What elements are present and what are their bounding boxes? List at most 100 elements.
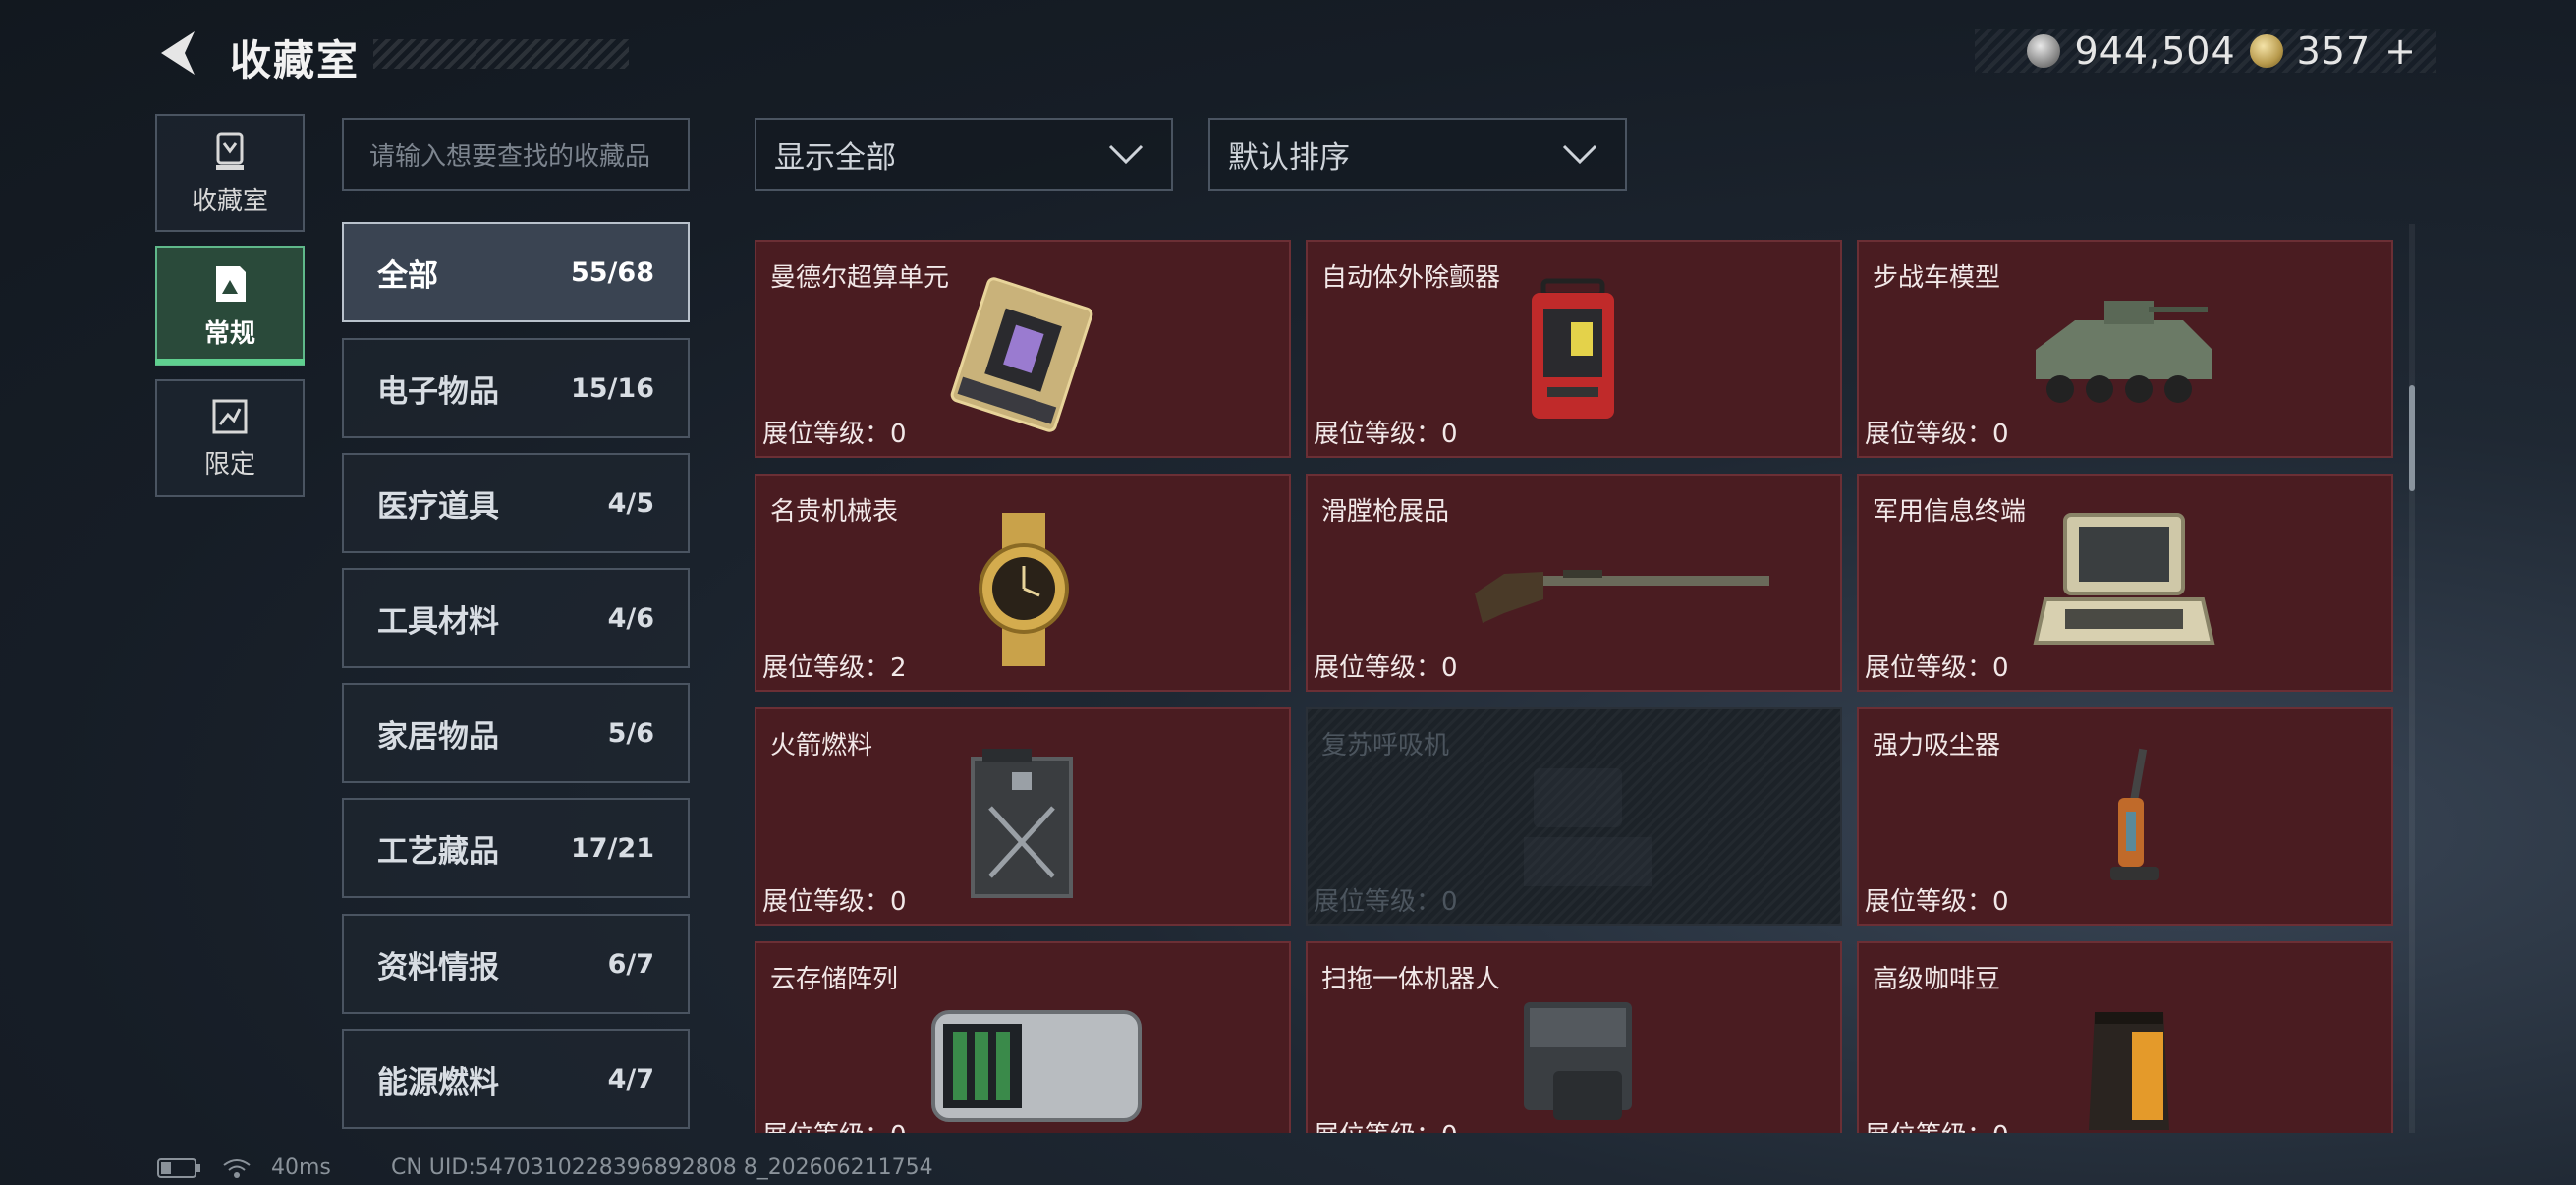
category-name: 家居物品 — [377, 718, 499, 755]
nav-active-indicator — [155, 359, 305, 365]
item-name: 军用信息终端 — [1873, 497, 2027, 527]
chip-icon — [950, 277, 1093, 432]
item-card-locked[interactable]: 复苏呼吸机 展位等级：0 — [1306, 707, 1842, 926]
chevron-down-icon — [1562, 144, 1597, 165]
dropdown-value: 默认排序 — [1228, 140, 1350, 176]
category-count: 17/21 — [570, 832, 654, 864]
title-decoration — [373, 39, 629, 69]
wifi-icon — [223, 1158, 251, 1178]
limited-icon — [212, 399, 248, 433]
item-card[interactable]: 自动体外除颤器 展位等级：0 — [1306, 240, 1842, 458]
item-name: 强力吸尘器 — [1873, 731, 2001, 761]
grid-scrollbar-thumb[interactable] — [2409, 385, 2415, 491]
item-name: 云存储阵列 — [770, 965, 899, 994]
terminal-icon — [2033, 513, 2215, 645]
item-level: 展位等级：0 — [762, 1115, 907, 1133]
category-name: 工具材料 — [377, 603, 499, 640]
gold-currency-value: 357 — [2296, 29, 2372, 73]
silver-coin-icon — [2027, 34, 2061, 68]
item-level: 展位等级：0 — [1314, 420, 1458, 449]
item-card[interactable]: 名贵机械表 展位等级：2 — [755, 474, 1291, 692]
item-card[interactable]: 强力吸尘器 展位等级：0 — [1857, 707, 2393, 926]
item-level: 展位等级：2 — [762, 653, 907, 683]
chevron-down-icon — [1108, 144, 1144, 165]
back-arrow-icon — [161, 31, 195, 75]
category-electronics[interactable]: 电子物品 15/16 — [342, 338, 690, 438]
grid-scrollbar[interactable] — [2409, 224, 2415, 1133]
category-name: 全部 — [377, 257, 438, 294]
coffee-bag-icon — [2089, 1012, 2169, 1130]
category-name: 资料情报 — [377, 949, 499, 986]
trophy-icon — [216, 132, 244, 170]
watch-icon — [979, 513, 1069, 666]
category-household[interactable]: 家居物品 5/6 — [342, 683, 690, 783]
battery-icon — [157, 1157, 200, 1178]
search-placeholder: 请输入想要查找的收藏品 — [369, 141, 651, 172]
category-name: 电子物品 — [377, 373, 499, 410]
item-level: 展位等级：0 — [1314, 887, 1458, 917]
category-count: 4/5 — [607, 487, 654, 519]
nav-item-collection-room[interactable]: 收藏室 — [155, 114, 305, 232]
fuel-can-icon — [971, 749, 1073, 898]
currency-bar: 944,504 357 + — [1975, 29, 2436, 73]
category-all[interactable]: 全部 55/68 — [342, 222, 690, 322]
item-card[interactable]: 步战车模型 展位等级：0 — [1857, 240, 2393, 458]
search-input[interactable]: 请输入想要查找的收藏品 — [342, 118, 690, 191]
user-uid: CN UID:5470310228396892808 8_20260621175… — [391, 1156, 933, 1180]
category-count: 15/16 — [570, 372, 654, 404]
ventilator-icon — [1524, 768, 1652, 886]
back-button[interactable] — [155, 28, 202, 79]
vehicle-icon — [2036, 301, 2212, 403]
category-count: 4/6 — [607, 602, 654, 634]
category-name: 医疗道具 — [377, 488, 499, 525]
item-name: 步战车模型 — [1873, 263, 2001, 293]
item-level: 展位等级：0 — [762, 887, 907, 917]
item-name: 复苏呼吸机 — [1321, 731, 1450, 761]
item-level: 展位等级：0 — [762, 420, 907, 449]
item-grid[interactable]: 曼德尔超算单元 展位等级：0 自动体外除颤器 展位等级：0 步战车模型 展位等级… — [751, 224, 2405, 1133]
item-name: 高级咖啡豆 — [1873, 965, 2001, 994]
display-filter-dropdown[interactable]: 显示全部 — [755, 118, 1173, 191]
item-level: 展位等级：0 — [1865, 887, 2009, 917]
category-count: 4/7 — [607, 1063, 654, 1095]
item-level: 展位等级：0 — [1865, 1115, 2009, 1133]
category-intel[interactable]: 资料情报 6/7 — [342, 914, 690, 1014]
status-bar: 40ms — [157, 1156, 331, 1180]
nav-label: 限定 — [203, 449, 255, 480]
collection-icon — [216, 265, 246, 302]
item-level: 展位等级：0 — [1314, 1115, 1458, 1133]
item-level: 展位等级：0 — [1865, 653, 2009, 683]
category-name: 能源燃料 — [377, 1064, 499, 1100]
gold-coin-icon — [2249, 34, 2283, 68]
nav-item-regular[interactable]: 常规 — [155, 246, 305, 366]
category-tools[interactable]: 工具材料 4/6 — [342, 568, 690, 668]
nav-label: 收藏室 — [191, 186, 268, 216]
silver-currency-value: 944,504 — [2074, 29, 2236, 73]
defibrillator-icon — [1532, 278, 1614, 419]
robot-icon — [1524, 1002, 1632, 1120]
category-count: 55/68 — [570, 256, 654, 288]
item-card[interactable]: 曼德尔超算单元 展位等级：0 — [755, 240, 1291, 458]
item-card[interactable]: 高级咖啡豆 展位等级：0 — [1857, 941, 2393, 1133]
item-level: 展位等级：0 — [1314, 653, 1458, 683]
storage-array-icon — [931, 1010, 1142, 1122]
sort-dropdown[interactable]: 默认排序 — [1208, 118, 1627, 191]
category-count: 6/7 — [607, 948, 654, 980]
item-card[interactable]: 云存储阵列 展位等级：0 — [755, 941, 1291, 1133]
nav-item-limited[interactable]: 限定 — [155, 379, 305, 497]
item-card[interactable]: 火箭燃料 展位等级：0 — [755, 707, 1291, 926]
vacuum-icon — [2110, 748, 2159, 880]
category-name: 工艺藏品 — [377, 833, 499, 870]
nav-label: 常规 — [203, 318, 255, 349]
dropdown-value: 显示全部 — [774, 140, 896, 176]
page-title: 收藏室 — [230, 36, 361, 85]
latency-value: 40ms — [271, 1156, 331, 1180]
item-card[interactable]: 军用信息终端 展位等级：0 — [1857, 474, 2393, 692]
add-currency-button[interactable]: + — [2384, 29, 2417, 73]
item-card[interactable]: 滑膛枪展品 展位等级：0 — [1306, 474, 1842, 692]
category-energy[interactable]: 能源燃料 4/7 — [342, 1029, 690, 1129]
item-card[interactable]: 扫拖一体机器人 展位等级：0 — [1306, 941, 1842, 1133]
item-name: 火箭燃料 — [770, 731, 873, 761]
category-crafts[interactable]: 工艺藏品 17/21 — [342, 798, 690, 898]
category-medical[interactable]: 医疗道具 4/5 — [342, 453, 690, 553]
